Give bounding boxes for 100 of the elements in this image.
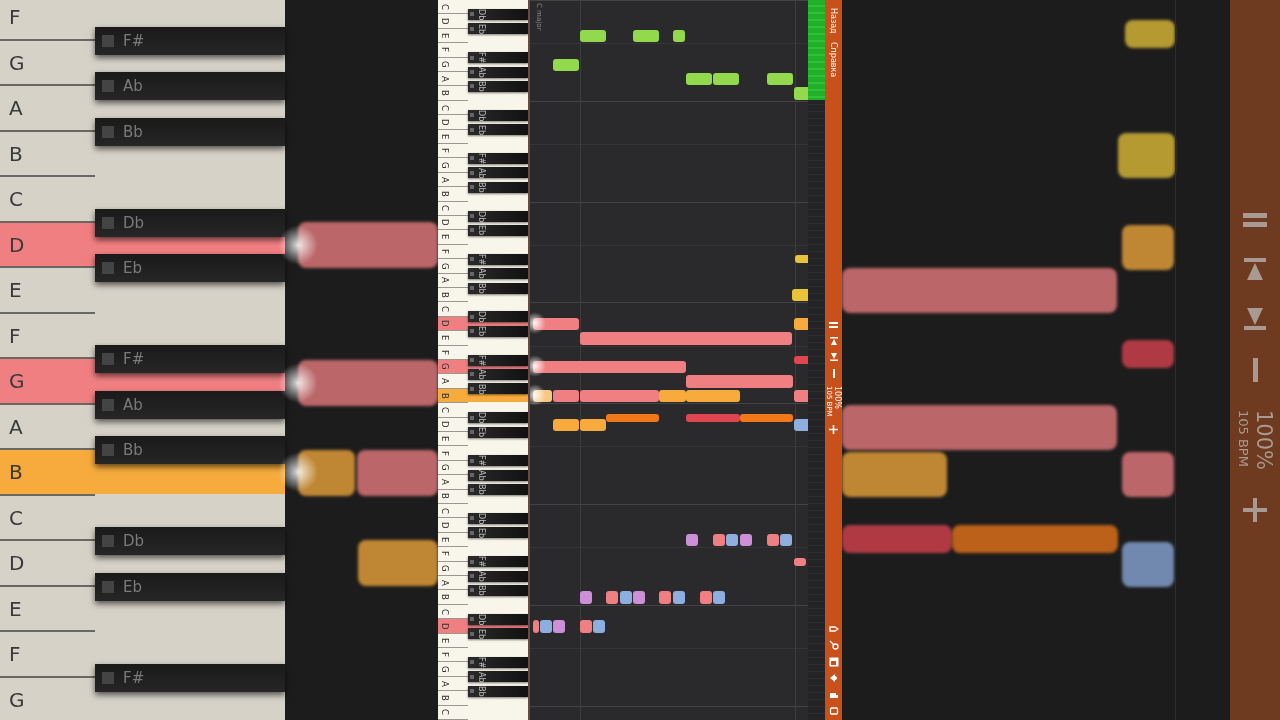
- sharp-key[interactable]: F#: [468, 656, 528, 668]
- sharp-key[interactable]: Ab: [468, 268, 528, 280]
- sharp-key[interactable]: Ab: [95, 390, 285, 419]
- sharp-key[interactable]: F#: [95, 663, 285, 692]
- piano-key[interactable]: C: [0, 495, 95, 541]
- minus-icon[interactable]: [1252, 358, 1258, 382]
- piano-key[interactable]: E: [0, 586, 95, 632]
- sharp-key[interactable]: Ab: [468, 570, 528, 582]
- sharp-key[interactable]: Bb: [468, 80, 528, 92]
- sharp-key[interactable]: Db: [468, 512, 528, 524]
- piano-key[interactable]: D: [438, 216, 468, 231]
- piano-key[interactable]: C: [0, 177, 95, 223]
- skip-icon[interactable]: [829, 336, 838, 345]
- sharp-key[interactable]: Ab: [95, 72, 285, 100]
- plus-icon[interactable]: [829, 424, 838, 434]
- sharp-key[interactable]: F#: [468, 253, 528, 265]
- plus-icon[interactable]: [1243, 498, 1267, 523]
- sharp-key[interactable]: Eb: [468, 124, 528, 136]
- piano-key[interactable]: B: [0, 450, 95, 496]
- sharp-key[interactable]: Bb: [95, 117, 285, 146]
- piano-key[interactable]: B: [0, 131, 95, 177]
- sharp-key[interactable]: Bb: [468, 181, 528, 193]
- sharp-key[interactable]: Db: [95, 527, 285, 555]
- note-bar: [713, 73, 739, 86]
- piano-key[interactable]: D: [438, 619, 468, 634]
- sharp-key[interactable]: Bb: [468, 484, 528, 496]
- sharp-key[interactable]: F#: [468, 354, 528, 366]
- note-bar: [713, 533, 725, 547]
- skip-icon[interactable]: [829, 352, 838, 361]
- pause-icon[interactable]: [1243, 210, 1267, 230]
- piano-key[interactable]: A: [0, 86, 95, 132]
- note-bar: [580, 620, 592, 633]
- note-bar: [767, 533, 779, 547]
- sharp-key[interactable]: Db: [468, 412, 528, 424]
- sharp-key[interactable]: Db: [468, 109, 528, 121]
- pause-icon[interactable]: [829, 320, 838, 329]
- sharp-key[interactable]: Eb: [95, 572, 285, 601]
- sharp-key[interactable]: Eb: [468, 628, 528, 640]
- note-bar: [580, 29, 606, 43]
- note-bar: [1118, 133, 1175, 178]
- sharp-key[interactable]: Eb: [95, 254, 285, 282]
- minus-icon[interactable]: [832, 368, 835, 378]
- sharp-key[interactable]: Db: [468, 210, 528, 222]
- viewport-marker[interactable]: [808, 0, 825, 100]
- sharp-key[interactable]: Eb: [468, 426, 528, 438]
- note-bar: [780, 533, 792, 547]
- magnifier-icon[interactable]: [828, 640, 839, 650]
- sharp-key[interactable]: Db: [468, 8, 528, 20]
- note-bar: [553, 620, 565, 633]
- sharp-key[interactable]: Bb: [468, 584, 528, 596]
- sharp-key[interactable]: F#: [468, 455, 528, 467]
- note-bar: [686, 73, 712, 86]
- tempo-percent: 100%: [833, 385, 842, 411]
- note-bar: [298, 450, 355, 496]
- sharp-key[interactable]: F#: [468, 52, 528, 64]
- sharp-key[interactable]: Ab: [468, 469, 528, 481]
- piano-key[interactable]: A: [0, 404, 95, 450]
- note-bar: [673, 591, 685, 604]
- piano-key[interactable]: G: [0, 359, 95, 405]
- piano-key[interactable]: E: [0, 268, 95, 314]
- sharp-key[interactable]: F#: [95, 345, 285, 373]
- sharp-key[interactable]: Eb: [468, 23, 528, 35]
- window-icon[interactable]: [828, 656, 839, 667]
- piano-key[interactable]: G: [0, 677, 95, 720]
- skip-icon[interactable]: [1244, 258, 1266, 280]
- sharp-key[interactable]: Db: [95, 208, 285, 237]
- note-bar: [792, 289, 808, 302]
- sharp-key[interactable]: Bb: [468, 685, 528, 697]
- piano-key[interactable]: D: [0, 541, 95, 587]
- sharp-key[interactable]: F#: [468, 152, 528, 164]
- menu-item[interactable]: Справка: [829, 41, 838, 77]
- piano-key[interactable]: F: [0, 0, 95, 41]
- skip-icon[interactable]: [1244, 308, 1266, 330]
- sharp-key[interactable]: Bb: [95, 436, 285, 464]
- note-bar: [659, 591, 671, 604]
- piano-key[interactable]: G: [0, 40, 95, 86]
- sharp-key[interactable]: Db: [468, 613, 528, 625]
- sharp-key[interactable]: Eb: [468, 527, 528, 539]
- piano-key[interactable]: G: [438, 360, 468, 375]
- sharp-key[interactable]: Eb: [468, 224, 528, 236]
- note-bar: [1122, 452, 1174, 497]
- sharp-key[interactable]: Bb: [468, 383, 528, 395]
- note-bar: [740, 533, 752, 547]
- frame-icon[interactable]: [828, 706, 839, 716]
- sharp-key[interactable]: Ab: [468, 167, 528, 179]
- sharp-key[interactable]: Eb: [468, 325, 528, 337]
- sharp-key[interactable]: Ab: [468, 66, 528, 78]
- piano-key[interactable]: F: [0, 313, 95, 359]
- tempo-bpm: 105 BPM: [1235, 410, 1251, 469]
- sharp-key[interactable]: F#: [468, 556, 528, 568]
- sharp-key[interactable]: Bb: [468, 282, 528, 294]
- piano-key[interactable]: D: [0, 222, 95, 268]
- sharp-key[interactable]: Ab: [468, 368, 528, 380]
- menu-item[interactable]: Назад: [829, 8, 838, 34]
- note-bar: [713, 591, 725, 604]
- sharp-key[interactable]: Ab: [468, 671, 528, 683]
- piano-key[interactable]: F: [0, 632, 95, 678]
- sharp-key[interactable]: F#: [95, 26, 285, 55]
- light-glow: [278, 225, 318, 265]
- sharp-key[interactable]: Db: [468, 311, 528, 323]
